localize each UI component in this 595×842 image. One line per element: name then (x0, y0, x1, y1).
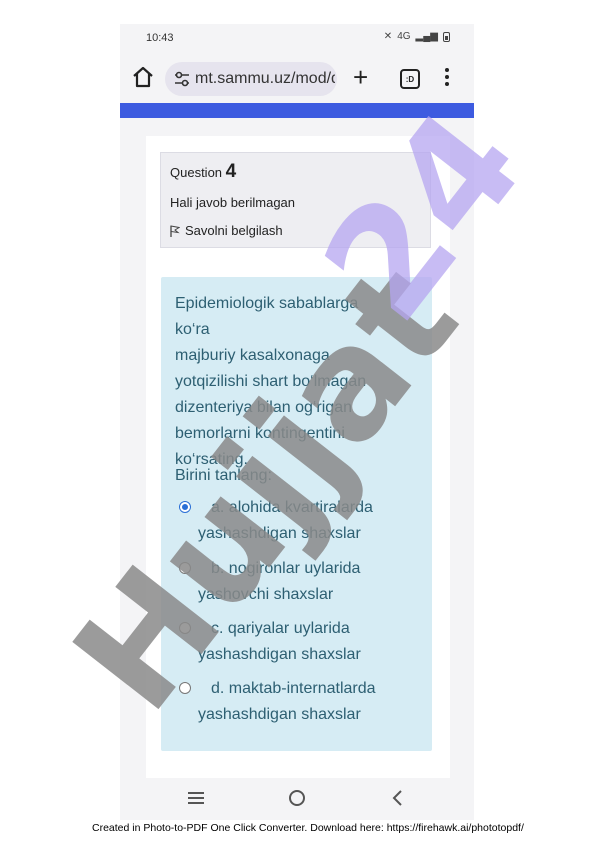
site-settings-icon[interactable] (173, 71, 191, 87)
question-text-line: dizenteriya bilan og‘rigan (175, 399, 352, 416)
phone-screen: 10:43 ✕ 4G ▂▄▆ mt.sammu.uz/mod/q + :D Qu… (120, 24, 474, 820)
status-icons: ✕ 4G ▂▄▆ (384, 31, 450, 42)
answer-option-b[interactable]: b. nogironlar uylarida yashovchi shaxsla… (175, 556, 415, 608)
question-info-panel: Question 4 Hali javob berilmagan Savolni… (160, 152, 431, 248)
browser-toolbar: mt.sammu.uz/mod/q + :D (120, 56, 474, 102)
home-icon[interactable] (130, 64, 156, 90)
flag-label[interactable]: Savolni belgilash (185, 223, 283, 238)
tab-switcher-button[interactable]: :D (400, 69, 420, 89)
answer-option-d[interactable]: d. maktab-internatlarda yashashdigan sha… (175, 676, 415, 728)
network-type: 4G (397, 31, 411, 42)
question-card: Question 4 Hali javob berilmagan Savolni… (146, 136, 450, 796)
question-label: Question (170, 165, 223, 180)
page-header-band (120, 103, 474, 118)
footer-credit: Created in Photo-to-PDF One Click Conver… (92, 822, 524, 834)
nav-home-icon[interactable] (289, 790, 305, 806)
answer-option-c[interactable]: c. qariyalar uylarida yashashdigan shaxs… (175, 616, 415, 668)
signal-icon: ▂▄▆ (415, 31, 438, 42)
option-text[interactable]: a. alohida kvartiralarda (175, 495, 415, 521)
question-text: Epidemiologik sabablarga ko‘ra majburiy … (175, 291, 390, 473)
new-tab-plus-icon[interactable]: + (353, 64, 368, 90)
status-time: 10:43 (146, 32, 174, 44)
question-state: Hali javob berilmagan (170, 195, 296, 210)
question-text-line: majburiy kasalxonaga (175, 347, 330, 364)
option-text[interactable]: b. nogironlar uylarida (175, 556, 415, 582)
radio-button-d[interactable] (179, 682, 191, 694)
question-text-line: bemorlarni kontingentini (175, 425, 345, 442)
option-text[interactable]: yashashdigan shaxslar (175, 521, 415, 547)
recent-apps-icon[interactable] (188, 792, 204, 804)
option-text[interactable]: c. qariyalar uylarida (175, 616, 415, 642)
question-text-line: Epidemiologik sabablarga ko‘ra (175, 295, 359, 338)
answer-option-a[interactable]: a. alohida kvartiralarda yashashdigan sh… (175, 495, 415, 547)
url-text[interactable]: mt.sammu.uz/mod/q (195, 70, 335, 88)
option-text[interactable]: d. maktab-internatlarda (175, 676, 415, 702)
question-text-line: yotqizilishi shart bo‘lmagan (175, 373, 367, 390)
page-content: Question 4 Hali javob berilmagan Savolni… (120, 118, 474, 796)
back-icon[interactable] (388, 788, 408, 808)
radio-button-b[interactable] (179, 562, 191, 574)
question-content-box: Epidemiologik sabablarga ko‘ra majburiy … (161, 277, 432, 751)
option-text[interactable]: yashovchi shaxslar (175, 582, 415, 608)
mute-icon: ✕ (383, 31, 393, 42)
question-number: 4 (225, 161, 237, 182)
flag-icon (170, 224, 180, 237)
status-bar: 10:43 ✕ 4G ▂▄▆ (120, 24, 474, 56)
question-heading: Question 4 (170, 161, 236, 183)
radio-button-c[interactable] (179, 622, 191, 634)
choose-one-label: Birini tanlang: (175, 467, 272, 484)
flag-question-link[interactable]: Savolni belgilash (170, 223, 283, 238)
address-bar[interactable]: mt.sammu.uz/mod/q (165, 62, 337, 96)
android-nav-bar (120, 778, 474, 820)
battery-icon (443, 31, 450, 42)
radio-button-a[interactable] (179, 501, 191, 513)
option-text[interactable]: yashashdigan shaxslar (175, 702, 415, 728)
option-text[interactable]: yashashdigan shaxslar (175, 642, 415, 668)
more-menu-icon[interactable] (445, 68, 449, 88)
